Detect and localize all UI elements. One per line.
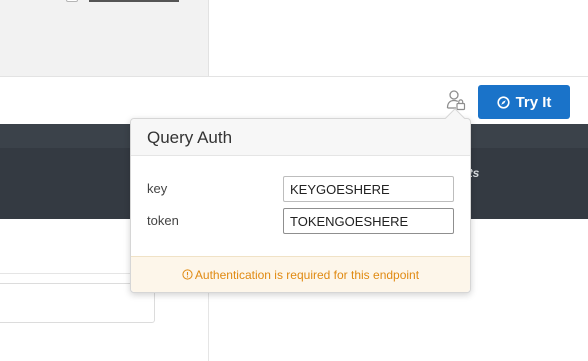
- popover-title: Query Auth: [131, 119, 470, 156]
- top-left-panel: [0, 0, 209, 76]
- auth-row-key: key KEYGOESHERE: [147, 176, 454, 202]
- partial-link-underline: [89, 0, 179, 2]
- key-input[interactable]: KEYGOESHERE: [283, 176, 454, 202]
- try-it-label: Try It: [515, 93, 552, 111]
- query-auth-popover: Query Auth key KEYGOESHERE token TOKENGO…: [130, 118, 471, 293]
- key-label: key: [147, 181, 168, 196]
- auth-row-token: token TOKENGOESHERE: [147, 208, 454, 234]
- auth-required-notice: Authentication is required for this endp…: [131, 256, 470, 292]
- token-label: token: [147, 213, 179, 228]
- try-it-button[interactable]: Try It: [478, 85, 570, 119]
- toolbar-divider: [0, 76, 588, 77]
- auth-notice-text: Authentication is required for this endp…: [194, 267, 420, 282]
- bottom-left-divider: [0, 273, 130, 274]
- compass-icon: [496, 95, 510, 109]
- partial-checkbox[interactable]: [66, 0, 78, 2]
- info-circle-icon: [182, 269, 193, 280]
- user-lock-icon[interactable]: [446, 89, 466, 111]
- token-input[interactable]: TOKENGOESHERE: [283, 208, 454, 234]
